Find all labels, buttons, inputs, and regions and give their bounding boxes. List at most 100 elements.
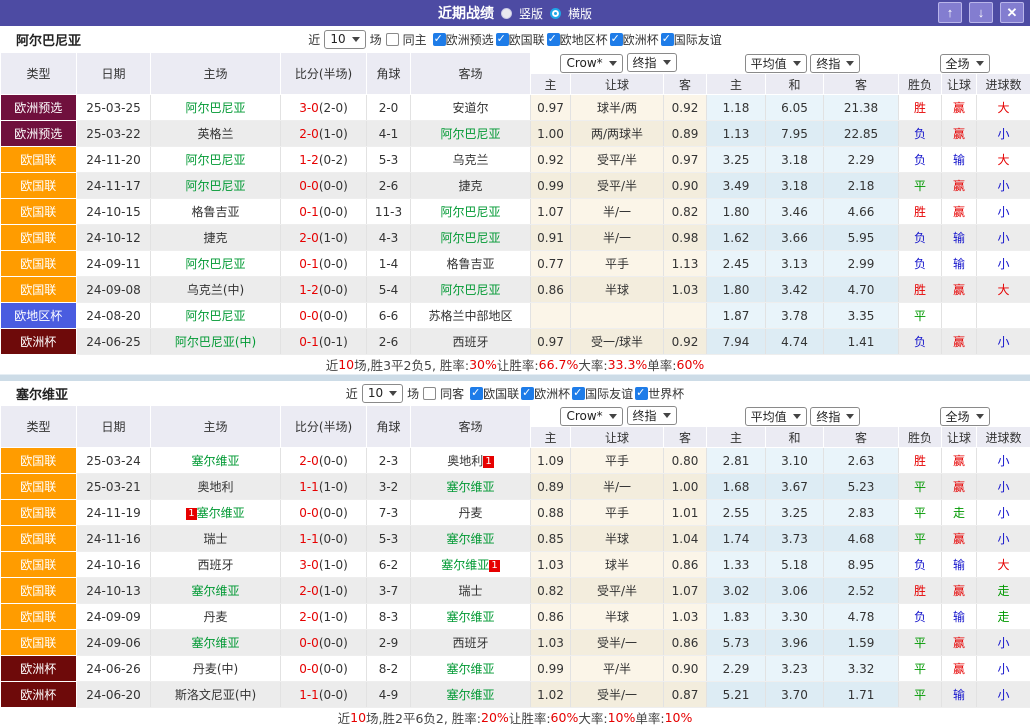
league-filter[interactable]: 国际友谊 [661,31,722,48]
col-home: 主场 [151,53,281,95]
avg-away-odds: 1.71 [824,682,899,708]
league-filter-label[interactable]: 欧洲杯 [623,31,659,48]
summary-segment: 让胜率: [497,355,539,374]
avg-draw-odds: 3.73 [766,526,824,552]
same-away-checkbox[interactable] [423,387,436,400]
same-away-label[interactable]: 同客 [440,385,464,402]
avg-draw-odds: 3.06 [766,578,824,604]
handicap-result: 输 [942,225,977,251]
league-filter-label[interactable]: 国际友谊 [585,385,633,402]
home-team-name: 阿尔巴尼亚(中) [175,335,256,349]
vertical-layout-label[interactable]: 竖版 [519,5,543,22]
league-filter[interactable]: 世界杯 [635,385,684,402]
away-team-cell: 塞尔维亚 [411,526,531,552]
league-filter-label[interactable]: 欧洲杯 [534,385,570,402]
horizontal-layout-label[interactable]: 横版 [568,5,592,22]
match-row: 欧国联 24-09-08 乌克兰(中) 1-2(0-0) 5-4 阿尔巴尼亚 0… [1,277,1030,303]
handicap-result: 输 [942,604,977,630]
match-count-select[interactable]: 10 [324,30,365,49]
league-checkbox[interactable] [433,33,446,46]
average-select[interactable]: 平均值 [745,54,807,73]
fulltime-score: 1-2 [299,283,319,297]
avg-away-odds: 4.68 [824,526,899,552]
handicap-line [571,303,664,329]
league-type-badge: 欧国联 [1,448,77,474]
avg-stage-select[interactable]: 终指 [810,54,860,73]
average-select[interactable]: 平均值 [745,407,807,426]
league-filter-label[interactable]: 欧洲预选 [446,31,494,48]
match-count-select[interactable]: 10 [362,384,403,403]
avg-home-odds: 1.18 [707,95,766,121]
league-checkbox[interactable] [521,387,534,400]
corner-count: 3-7 [367,578,411,604]
league-filter[interactable]: 欧洲杯 [521,385,570,402]
away-team-name: 塞尔维亚 [446,532,494,546]
vertical-layout-radio[interactable] [501,8,512,19]
league-checkbox[interactable] [547,33,560,46]
horizontal-layout-radio[interactable] [550,8,561,19]
handicap-away-odds: 0.82 [664,199,707,225]
chevron-down-icon [352,37,360,42]
score-cell: 2-0(1-0) [281,121,367,147]
league-filter[interactable]: 欧洲杯 [610,31,659,48]
handicap-line: 半球 [571,604,664,630]
league-filter-label[interactable]: 国际友谊 [674,31,722,48]
avg-stage-select[interactable]: 终指 [810,407,860,426]
close-button[interactable]: ✕ [1000,2,1024,23]
handicap-line: 平手 [571,251,664,277]
league-filter[interactable]: 欧国联 [496,31,545,48]
league-filter[interactable]: 国际友谊 [572,385,633,402]
halftime-score: (0-0) [319,283,348,297]
league-checkbox[interactable] [470,387,483,400]
fulltime-score: 1-1 [299,688,319,702]
away-team-name: 阿尔巴尼亚 [440,205,500,219]
league-filter[interactable]: 欧国联 [470,385,519,402]
league-type-badge: 欧洲杯 [1,656,77,682]
fulltime-select[interactable]: 全场 [940,54,990,73]
col-corner: 角球 [367,406,411,448]
away-team-name: 苏格兰中部地区 [428,309,512,323]
move-up-button[interactable]: ↑ [938,2,962,23]
home-team-cell: 英格兰 [151,121,281,147]
home-team-name: 阿尔巴尼亚 [185,309,245,323]
same-home-label[interactable]: 同主 [403,31,427,48]
summary-segment: 30% [469,357,497,372]
odds-stage-select[interactable]: 终指 [627,406,677,425]
league-filter[interactable]: 欧洲预选 [433,31,494,48]
home-team-cell: 斯洛文尼亚(中) [151,682,281,708]
home-team-name: 奥地利 [197,480,233,494]
same-home-checkbox[interactable] [386,33,399,46]
handicap-result [942,303,977,329]
league-filter-label[interactable]: 欧国联 [509,31,545,48]
match-date: 24-09-08 [77,277,151,303]
league-checkbox[interactable] [635,387,648,400]
league-filter-label[interactable]: 欧地区杯 [560,31,608,48]
red-card-badge: 1 [483,456,493,468]
league-checkbox[interactable] [572,387,585,400]
chevron-down-icon [976,61,984,66]
league-checkbox[interactable] [661,33,674,46]
odds-stage-select[interactable]: 终指 [627,53,677,72]
handicap-away-odds: 1.03 [664,277,707,303]
league-checkbox[interactable] [610,33,623,46]
fulltime-select[interactable]: 全场 [940,407,990,426]
league-filter[interactable]: 欧地区杯 [547,31,608,48]
score-cell: 0-1(0-1) [281,329,367,355]
sub-goals: 进球数 [977,74,1030,95]
summary-segment: 近 [326,355,339,374]
league-filter-label[interactable]: 欧国联 [483,385,519,402]
league-type-badge: 欧国联 [1,526,77,552]
sub-goals: 进球数 [977,427,1030,448]
handicap-line: 受平/半 [571,173,664,199]
league-checkbox[interactable] [496,33,509,46]
goals-result: 大 [977,95,1030,121]
goals-result: 小 [977,656,1030,682]
league-type-badge: 欧洲杯 [1,682,77,708]
company-select[interactable]: Crow* [560,54,622,73]
match-row: 欧洲杯 24-06-25 阿尔巴尼亚(中) 0-1(0-1) 2-6 西班牙 0… [1,329,1030,355]
sub-avg-away: 客 [824,74,899,95]
handicap-result: 赢 [942,277,977,303]
company-select[interactable]: Crow* [560,407,622,426]
move-down-button[interactable]: ↓ [969,2,993,23]
league-filter-label[interactable]: 世界杯 [648,385,684,402]
